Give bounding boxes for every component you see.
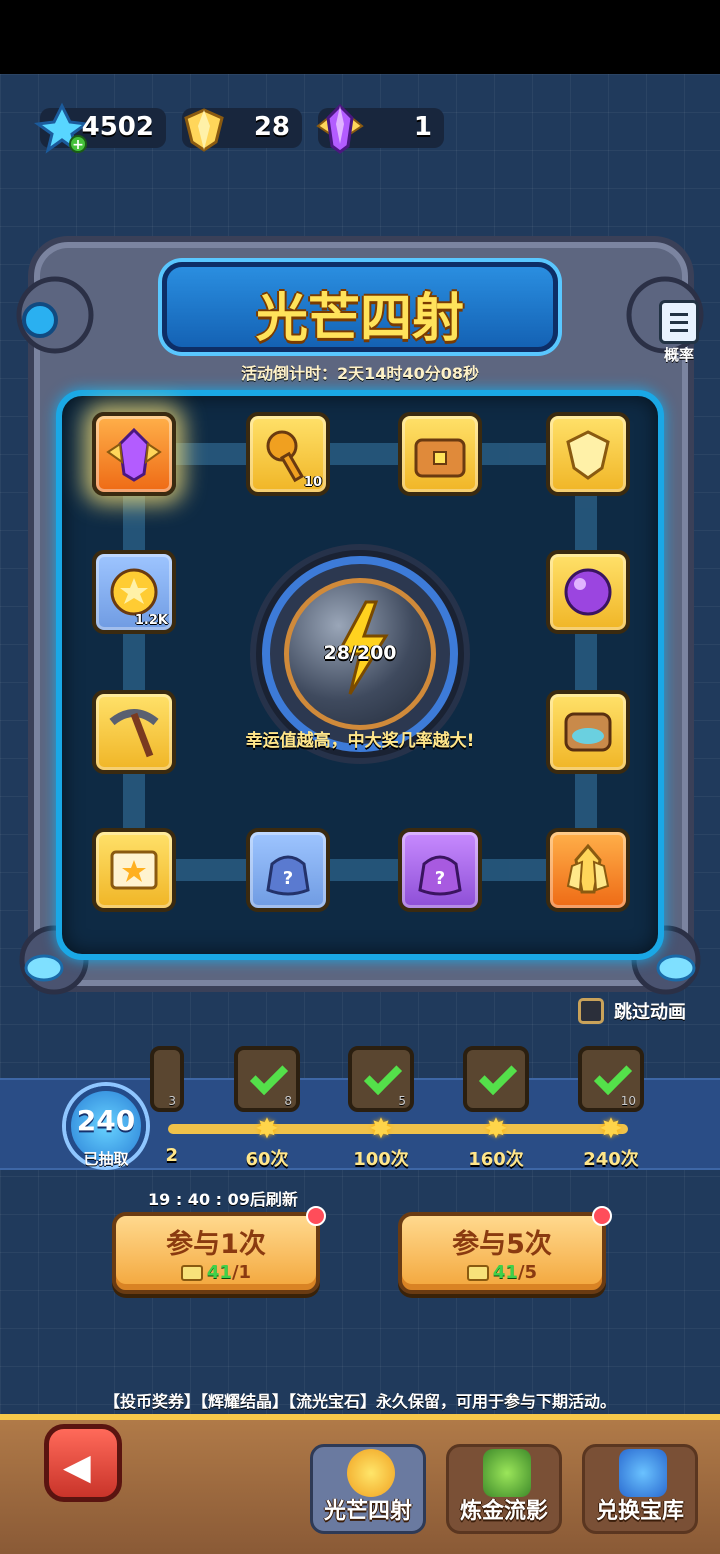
luck-progress: 28/200 xyxy=(323,642,397,664)
purple-gem-counter[interactable]: 1 xyxy=(316,103,444,154)
ticket-icon xyxy=(180,1265,203,1281)
reward-tile[interactable] xyxy=(546,828,630,912)
milestone-qty: 3 xyxy=(168,1094,176,1108)
probability-button[interactable]: 概率 xyxy=(654,300,704,370)
treasure-chest-icon xyxy=(414,438,466,478)
lightning-coin-icon xyxy=(347,1449,395,1497)
draw-once-label: 参与1次 xyxy=(166,1229,266,1260)
milestone-star-icon: ✸ xyxy=(484,1112,508,1145)
tab-alchemy[interactable]: 炼金流影 xyxy=(446,1444,562,1534)
gold-gem-icon xyxy=(566,430,610,480)
reward-qty: 1.2K xyxy=(134,613,168,628)
purple-orb-icon xyxy=(564,568,612,616)
mystery-bag-blue-icon: ? xyxy=(266,855,310,896)
skip-animation-toggle[interactable]: 跳过动画 xyxy=(578,998,686,1024)
draw-five-button[interactable]: 参与5次 41/5 xyxy=(398,1206,612,1294)
milestone-star-icon: ✸ xyxy=(255,1112,279,1145)
reward-qty: 10 xyxy=(303,475,322,490)
mystery-bag-purple-icon: ? xyxy=(418,855,462,896)
milestone-qty: 8 xyxy=(284,1094,292,1108)
draw-count: 240 xyxy=(76,1104,136,1137)
back-button[interactable]: ◀ xyxy=(44,1424,122,1502)
ticket-owned: 41 xyxy=(206,1262,232,1283)
red-dot-badge xyxy=(306,1206,326,1226)
reward-tile[interactable]: 10 xyxy=(246,412,330,496)
probability-label: 概率 xyxy=(663,346,694,364)
milestone-label: 60次 xyxy=(245,1149,289,1170)
milestone-label: 100次 xyxy=(353,1149,409,1170)
milestone-label: 160次 xyxy=(468,1149,524,1170)
check-icon xyxy=(363,1056,403,1096)
battery-icon xyxy=(483,1449,531,1497)
ticket-scroll-icon xyxy=(110,850,158,890)
gold-crystal-icon xyxy=(566,843,610,894)
red-dot-badge xyxy=(592,1206,612,1226)
milestone-qty: 10 xyxy=(620,1094,636,1108)
refresh-timer: 19 : 40 : 09后刷新 xyxy=(148,1190,298,1209)
event-title: 光芒四射 xyxy=(255,289,464,349)
ticket-cost: /5 xyxy=(517,1262,538,1283)
svg-text:?: ? xyxy=(435,868,445,889)
skip-animation-label: 跳过动画 xyxy=(614,1002,686,1023)
reward-tile[interactable] xyxy=(546,550,630,634)
draw-count-label: 已抽取 xyxy=(83,1150,129,1168)
milestone-qty: 5 xyxy=(398,1094,406,1108)
purple-gem-icon xyxy=(316,103,364,154)
milestone-reward[interactable]: 8 xyxy=(234,1046,300,1112)
milestone-star-icon: ✸ xyxy=(369,1112,393,1145)
corner-bolt-icon xyxy=(16,276,94,354)
luck-hint: 幸运值越高，中大奖几率越大! xyxy=(245,731,475,751)
tab-radiance[interactable]: 光芒四射 xyxy=(310,1444,426,1534)
document-icon xyxy=(659,300,699,344)
tab-alchemy-label: 炼金流影 xyxy=(459,1499,548,1524)
tab-radiance-label: 光芒四射 xyxy=(323,1499,412,1524)
milestone-star-icon: ✸ xyxy=(599,1112,623,1145)
draw-five-cost: 41/5 xyxy=(402,1262,602,1283)
gold-gem-value: 28 xyxy=(253,112,290,142)
reward-tile[interactable] xyxy=(546,412,630,496)
milestone-reward-partial[interactable]: 3 xyxy=(150,1046,184,1112)
ticket-icon xyxy=(466,1265,489,1281)
milestone-reward[interactable]: 5 xyxy=(348,1046,414,1112)
ticket-cost: /1 xyxy=(231,1262,252,1283)
tab-exchange[interactable]: 兑换宝库 xyxy=(582,1444,698,1534)
check-icon xyxy=(478,1056,518,1096)
check-icon xyxy=(249,1056,289,1096)
milestone-label: 240次 xyxy=(583,1149,639,1170)
gold-gem-icon xyxy=(184,108,224,152)
purple-gem-icon xyxy=(106,427,162,482)
milestone-reward[interactable]: 10 xyxy=(578,1046,644,1112)
crystal-value: 4502 xyxy=(81,112,154,142)
reward-tile[interactable] xyxy=(92,412,176,496)
treasure-basket-icon xyxy=(619,1449,667,1497)
skip-animation-checkbox[interactable] xyxy=(578,998,604,1024)
reward-tile[interactable] xyxy=(398,412,482,496)
event-countdown: 活动倒计时：2天14时40分08秒 xyxy=(241,364,479,383)
crystal-counter[interactable]: + 4502 xyxy=(34,102,166,154)
reward-tile[interactable] xyxy=(92,828,176,912)
draw-once-button[interactable]: 参与1次 41/1 xyxy=(112,1206,326,1294)
tab-exchange-label: 兑换宝库 xyxy=(595,1499,684,1524)
milestone-progress-bar xyxy=(168,1124,628,1134)
reward-tile[interactable]: 1.2K xyxy=(92,550,176,634)
gold-gem-counter[interactable]: 28 xyxy=(182,108,302,152)
milestone-reward[interactable] xyxy=(463,1046,529,1112)
purple-gem-value: 1 xyxy=(413,112,432,142)
status-bar xyxy=(0,0,720,74)
check-icon xyxy=(593,1056,633,1096)
draw-once-cost: 41/1 xyxy=(116,1262,316,1283)
ticket-owned: 41 xyxy=(492,1262,518,1283)
draw-five-label: 参与5次 xyxy=(452,1229,552,1260)
back-arrow-icon: ◀ xyxy=(63,1447,91,1488)
retention-note: 【投币奖券】【辉耀结晶】【流光宝石】永久保留，可用于参与下期活动。 xyxy=(103,1392,616,1411)
svg-text:?: ? xyxy=(283,868,293,889)
reward-tile[interactable]: ? xyxy=(246,828,330,912)
reward-tile[interactable]: ? xyxy=(398,828,482,912)
